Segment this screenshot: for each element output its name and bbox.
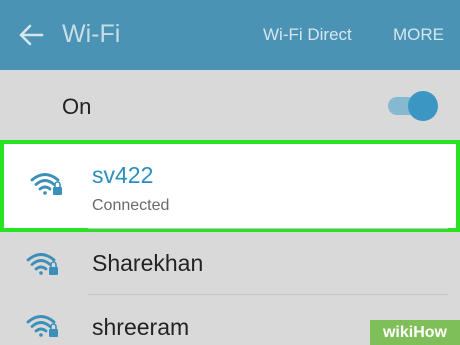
app-bar: Wi-Fi Wi-Fi Direct MORE: [0, 0, 460, 70]
network-item-sharekhan[interactable]: Sharekhan: [0, 236, 460, 294]
wikihow-watermark: wikiHow: [370, 320, 460, 345]
page-title: Wi-Fi: [62, 20, 121, 48]
network-name: Sharekhan: [92, 250, 204, 276]
wifi-toggle-switch[interactable]: [388, 91, 438, 121]
network-status: Connected: [92, 197, 170, 214]
more-button[interactable]: MORE: [393, 25, 444, 45]
wifi-locked-icon: [30, 173, 62, 195]
network-name: shreeram: [92, 314, 190, 340]
list-divider: [88, 294, 448, 295]
wifi-locked-icon: [26, 253, 58, 275]
wifi-direct-button[interactable]: Wi-Fi Direct: [263, 25, 352, 45]
wifi-switch-label: On: [62, 94, 92, 119]
toggle-thumb: [408, 91, 438, 121]
network-item-sv422[interactable]: sv422 Connected: [0, 140, 460, 232]
list-divider: [88, 228, 448, 229]
wifi-locked-icon: [26, 315, 58, 337]
network-list: sv422 Connected Sharekhan shreeram: [0, 140, 460, 345]
network-name: sv422: [92, 162, 154, 188]
back-arrow-icon[interactable]: [18, 24, 44, 46]
